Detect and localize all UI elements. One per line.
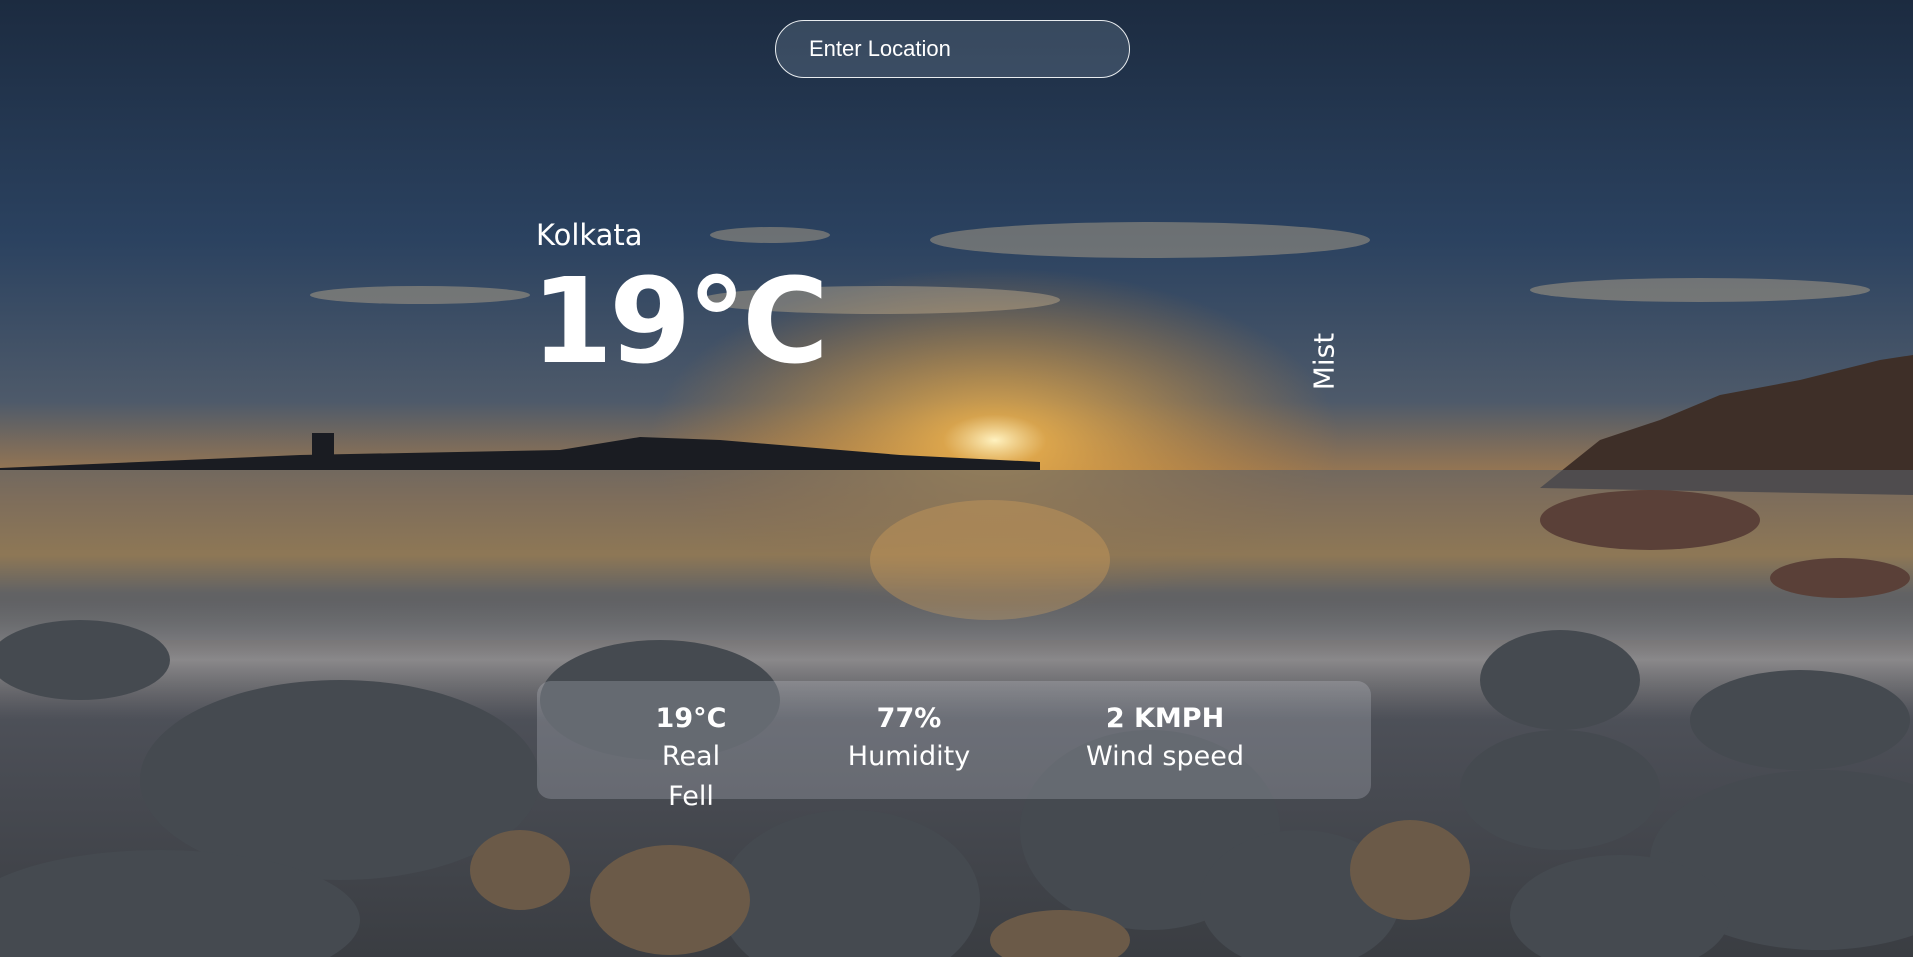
location-input[interactable] bbox=[807, 35, 1111, 63]
humidity-stat: 77% Humidity bbox=[844, 701, 974, 777]
humidity-label: Humidity bbox=[847, 741, 971, 772]
real-feel-label: Real Fell bbox=[661, 741, 721, 812]
wind-speed-value: 2 KMPH bbox=[1105, 703, 1225, 734]
real-feel-value: 19°C bbox=[655, 703, 727, 734]
wind-speed-label: Wind speed bbox=[1085, 741, 1244, 772]
weather-details-panel: 19°C Real Fell 77% Humidity 2 KMPH Wind … bbox=[537, 681, 1371, 812]
location-search[interactable] bbox=[775, 20, 1130, 78]
current-temperature: 19°C bbox=[531, 252, 829, 390]
background-image bbox=[0, 0, 1913, 957]
wind-speed-stat: 2 KMPH Wind speed bbox=[1079, 701, 1251, 777]
real-feel-stat: 19°C Real Fell bbox=[637, 701, 745, 817]
weather-condition: Mist bbox=[1307, 332, 1341, 391]
city-name: Kolkata bbox=[536, 218, 643, 252]
humidity-value: 77% bbox=[876, 703, 942, 734]
